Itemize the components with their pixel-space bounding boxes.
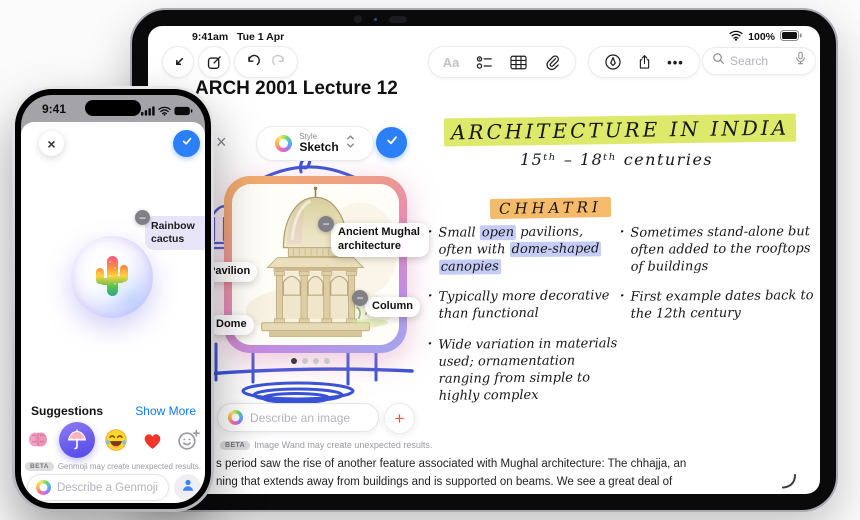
chevron-up-down-icon — [346, 134, 355, 154]
style-color-icon — [275, 135, 293, 152]
marketing-scene: 9:41am Tue 1 Apr 100% Aa ••• Search ARCH… — [0, 0, 860, 520]
page-curl-icon[interactable] — [780, 472, 800, 492]
note-heading: ARCHITECTURE IN INDIA — [443, 113, 797, 147]
ipad-status-left: 9:41am Tue 1 Apr — [192, 31, 284, 43]
format-text-button[interactable]: Aa — [443, 55, 460, 70]
checklist-button[interactable] — [476, 55, 493, 70]
note-body-line1: s period saw the rise of another feature… — [216, 458, 687, 470]
apple-intelligence-icon — [36, 480, 51, 495]
style-picker[interactable]: Style Sketch — [256, 126, 374, 161]
genmoji-app: 9:41 × − Rainbow cactus Suggestions Show… — [21, 95, 205, 503]
remove-genmoji-label-button[interactable]: − — [135, 210, 150, 225]
genmoji-label[interactable]: Rainbow cactus — [145, 216, 205, 251]
add-emoji-button[interactable] — [173, 425, 203, 455]
markup-pencil-icon[interactable] — [604, 53, 622, 71]
beta-text: Image Wand may create unexpected results… — [254, 440, 433, 450]
ipad-camera — [354, 15, 407, 23]
iphone-device: 9:41 × − Rainbow cactus Suggestions Show… — [12, 86, 214, 512]
battery-icon — [780, 30, 802, 44]
heart-emoji[interactable] — [137, 425, 167, 455]
ipad-device: 9:41am Tue 1 Apr 100% Aa ••• Search ARCH… — [130, 8, 838, 512]
wifi-icon — [729, 30, 743, 44]
add-image-button[interactable]: + — [384, 403, 415, 434]
battery-icon — [174, 103, 193, 121]
format-toolbar-group: Aa — [428, 46, 576, 78]
table-button[interactable] — [510, 55, 527, 70]
share-icon[interactable] — [637, 53, 652, 71]
umbrella-emoji[interactable] — [59, 422, 95, 458]
note-right-column: · Sometimes stand-alone but often added t… — [620, 224, 820, 336]
beta-badge: BETA — [25, 462, 54, 471]
ipad-time: 9:41am — [192, 31, 229, 43]
cellular-icon — [141, 103, 155, 121]
image-wand-close-button[interactable]: × — [216, 132, 227, 153]
dictation-mic-icon[interactable] — [795, 51, 806, 71]
actions-toolbar-group: ••• — [588, 46, 700, 78]
image-variant-pager[interactable] — [291, 358, 330, 364]
note-body-line2: ning that extends away from buildings an… — [216, 476, 673, 488]
remove-label-main-button[interactable]: − — [318, 216, 334, 232]
collapse-button[interactable] — [162, 46, 194, 78]
undo-redo-group — [234, 46, 298, 78]
note-body-text: s period saw the rise of another feature… — [216, 455, 776, 491]
apple-intelligence-icon — [228, 410, 243, 425]
iphone-time: 9:41 — [42, 102, 67, 116]
dynamic-island — [85, 100, 141, 116]
compose-button[interactable] — [198, 46, 230, 78]
brain-emoji[interactable] — [23, 425, 53, 455]
more-options-button[interactable]: ••• — [667, 55, 684, 70]
collapse-icon — [170, 54, 187, 71]
redo-button[interactable] — [271, 54, 287, 70]
rainbow-cactus-emoji — [96, 256, 128, 296]
ipad-date: Tue 1 Apr — [236, 31, 285, 43]
suggestions-title: Suggestions — [31, 404, 104, 418]
genmoji-sheet: × − Rainbow cactus Suggestions Show More… — [21, 122, 205, 503]
note-bullet: · First example dates back to the 12th ce… — [619, 288, 814, 323]
note-bullet: · Small open pavilions, often with dome-s… — [427, 224, 602, 276]
describe-genmoji-placeholder: Describe a Genmoji — [57, 481, 158, 494]
attachment-icon[interactable] — [544, 54, 561, 71]
suggestion-row — [21, 422, 205, 458]
note-section-label: CHHATRI — [489, 196, 612, 220]
laughing-crying-emoji[interactable] — [101, 425, 131, 455]
genmoji-confirm-button[interactable] — [173, 130, 200, 157]
beta-badge: BETA — [220, 440, 251, 450]
label-dome[interactable]: Dome — [209, 315, 254, 335]
personal-genmoji-button[interactable] — [174, 474, 201, 501]
note-bullet: · Sometimes stand-alone but often added t… — [619, 224, 811, 276]
wifi-icon — [158, 103, 171, 121]
iphone-status-icons — [141, 103, 193, 121]
show-more-link[interactable]: Show More — [135, 404, 196, 418]
remove-label-column-button[interactable]: − — [352, 290, 368, 306]
image-wand-beta-note: BETA Image Wand may create unexpected re… — [220, 440, 432, 450]
note-left-column: · Small open pavilions, often with dome-s… — [428, 224, 620, 417]
search-input[interactable]: Search — [702, 47, 816, 75]
search-icon — [712, 52, 725, 70]
note-bullet: · Typically more decorative than function… — [427, 288, 610, 323]
check-icon — [384, 132, 400, 153]
note-subheading: 15ᵗʰ – 18ᵗʰ centuries — [520, 150, 714, 169]
genmoji-beta-note: BETA Genmoji may create unexpected resul… — [21, 462, 205, 471]
search-placeholder: Search — [730, 54, 769, 68]
battery-percent: 100% — [748, 31, 775, 43]
undo-button[interactable] — [245, 54, 261, 70]
label-ancient-mughal[interactable]: Ancient Mughal architecture — [331, 223, 429, 257]
person-icon — [181, 478, 195, 497]
chhatri-generated-image — [245, 186, 399, 337]
describe-image-placeholder: Describe an image — [250, 410, 351, 425]
image-wand-confirm-button[interactable] — [376, 127, 407, 158]
describe-image-input[interactable]: Describe an image — [217, 403, 379, 432]
notes-app: 9:41am Tue 1 Apr 100% Aa ••• Search ARCH… — [148, 26, 820, 494]
describe-genmoji-input[interactable]: Describe a Genmoji — [27, 474, 169, 501]
note-bullet: · Wide variation in materials used; ornam… — [427, 335, 618, 404]
beta-text: Genmoji may create unexpected results. — [57, 462, 201, 471]
compose-icon — [206, 54, 223, 71]
label-column[interactable]: Column — [365, 297, 420, 317]
check-icon — [180, 134, 194, 153]
note-title: ARCH 2001 Lecture 12 — [195, 78, 398, 99]
genmoji-close-button[interactable]: × — [39, 131, 64, 156]
style-value: Sketch — [299, 140, 339, 155]
ipad-status-right: 100% — [729, 30, 802, 44]
